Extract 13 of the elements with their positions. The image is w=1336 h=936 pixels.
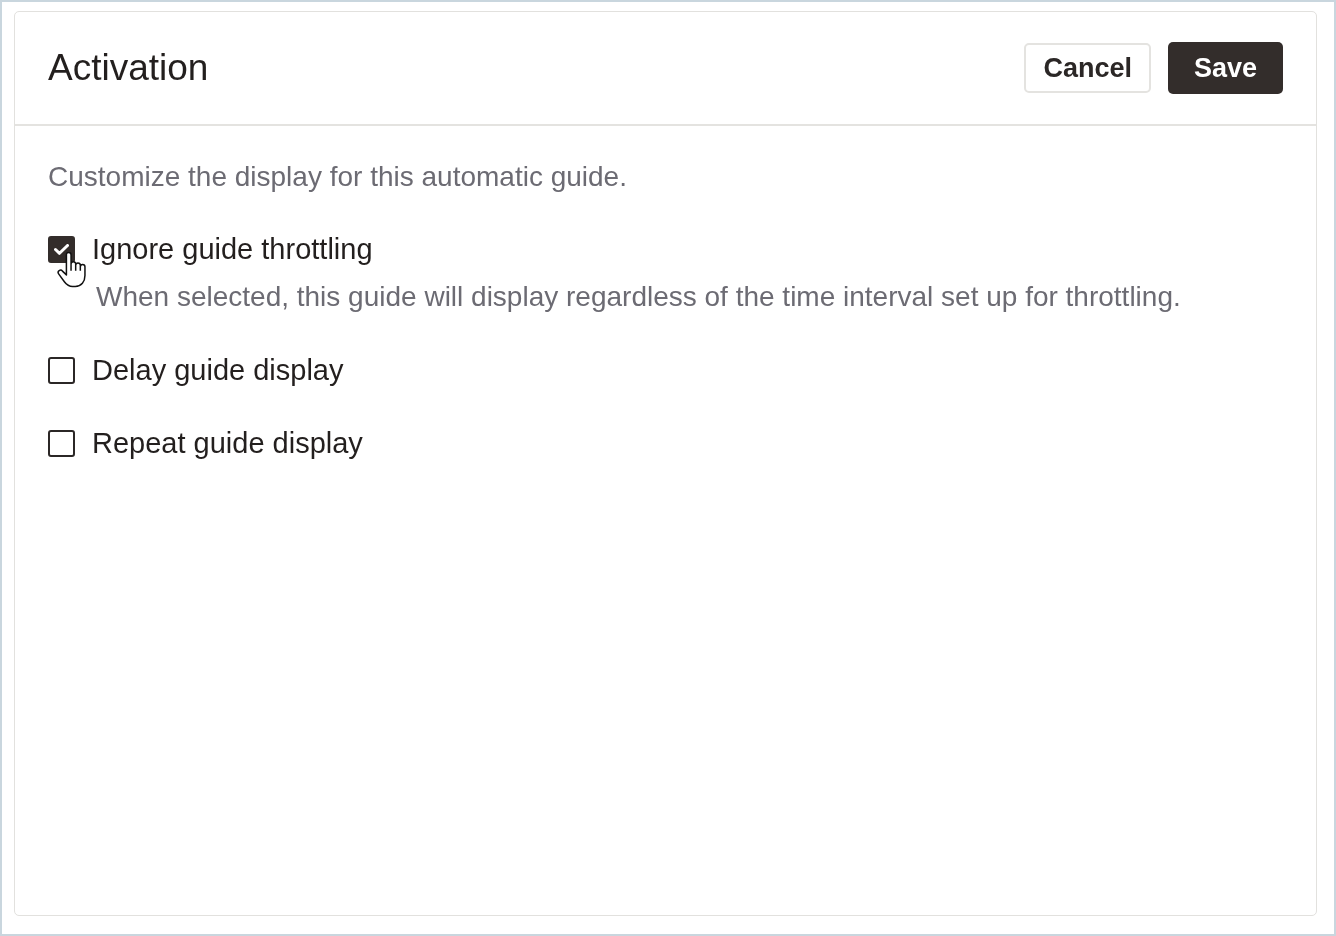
hand-cursor-icon [57,252,87,288]
checkbox-label[interactable]: Repeat guide display [92,428,363,458]
checkbox[interactable] [48,235,75,263]
checkbox-label[interactable]: Delay guide display [92,355,344,385]
save-button[interactable]: Save [1167,42,1283,94]
checkbox[interactable] [48,429,75,457]
checkbox-label[interactable]: Ignore guide throttling [92,234,373,264]
help-text: When selected, this guide will display regardless of the time interval set up for throttling. [96,282,1181,312]
panel-description: Customize the display for this automatic guide. [48,162,627,192]
cancel-button[interactable]: Cancel [1024,43,1151,93]
checkbox[interactable] [48,356,75,384]
check-icon [54,243,69,255]
panel-title: Activation [48,46,209,90]
